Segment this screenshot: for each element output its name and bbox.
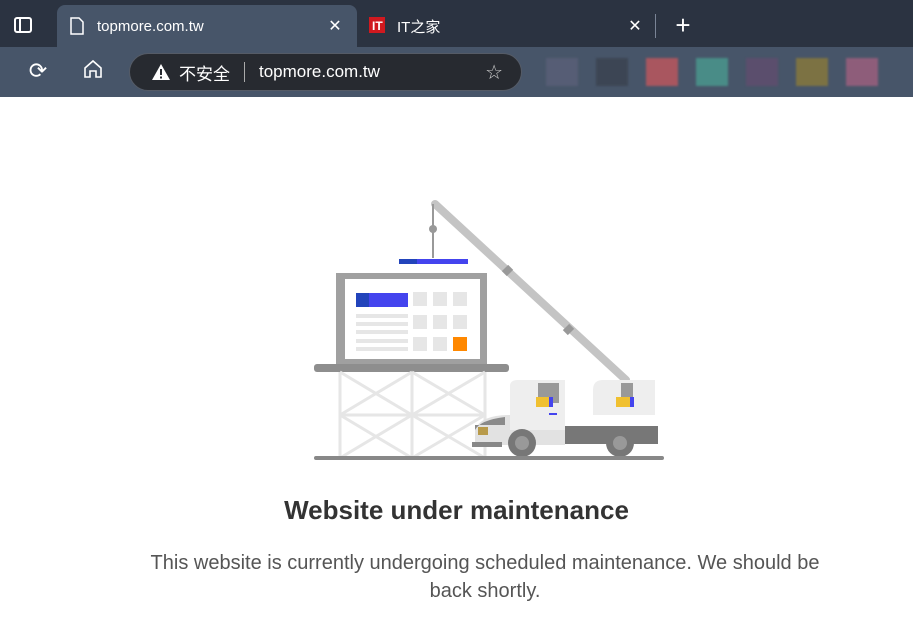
bookmark-item[interactable]: [746, 58, 778, 86]
maintenance-illustration: [314, 200, 664, 460]
home-icon[interactable]: [79, 58, 107, 86]
page-icon: [69, 16, 85, 36]
divider: [244, 62, 245, 82]
bookmark-item[interactable]: [646, 58, 678, 86]
bookmarks-bar: [546, 58, 896, 86]
maintenance-message: This website is currently undergoing sch…: [150, 552, 820, 602]
bookmark-item[interactable]: [596, 58, 628, 86]
ithome-favicon: IT: [369, 16, 385, 36]
tab-actions-icon[interactable]: [14, 17, 32, 33]
truck-icon: [472, 380, 658, 457]
bookmark-item[interactable]: [846, 58, 878, 86]
bookmark-item[interactable]: [546, 58, 578, 86]
ground-line: [314, 456, 664, 460]
tab-strip: topmore.com.tw ✕ IT IT之家 ✕ +: [0, 0, 913, 47]
page-title: Website under maintenance: [284, 495, 629, 525]
scaffold-icon: [338, 370, 487, 460]
address-bar[interactable]: 不安全 topmore.com.tw ☆: [129, 53, 522, 91]
tab-title: topmore.com.tw: [97, 17, 204, 35]
security-label[interactable]: 不安全: [179, 60, 230, 85]
tab-divider: [655, 14, 656, 38]
tab-ithome[interactable]: IT IT之家 ✕: [357, 5, 657, 47]
bookmark-item[interactable]: [796, 58, 828, 86]
tab-title: IT之家: [397, 18, 441, 36]
reload-icon[interactable]: ⟳: [24, 58, 52, 84]
url-text[interactable]: topmore.com.tw: [259, 62, 485, 82]
laptop-icon: [314, 273, 509, 372]
bookmark-item[interactable]: [696, 58, 728, 86]
star-icon[interactable]: ☆: [485, 60, 503, 85]
close-tab-icon[interactable]: ✕: [323, 16, 347, 36]
warning-icon: [152, 64, 170, 80]
tab-topmore[interactable]: topmore.com.tw ✕: [57, 5, 357, 47]
new-tab-button[interactable]: +: [670, 10, 696, 41]
close-tab-icon[interactable]: ✕: [623, 16, 647, 36]
svg-text:IT: IT: [372, 19, 383, 33]
